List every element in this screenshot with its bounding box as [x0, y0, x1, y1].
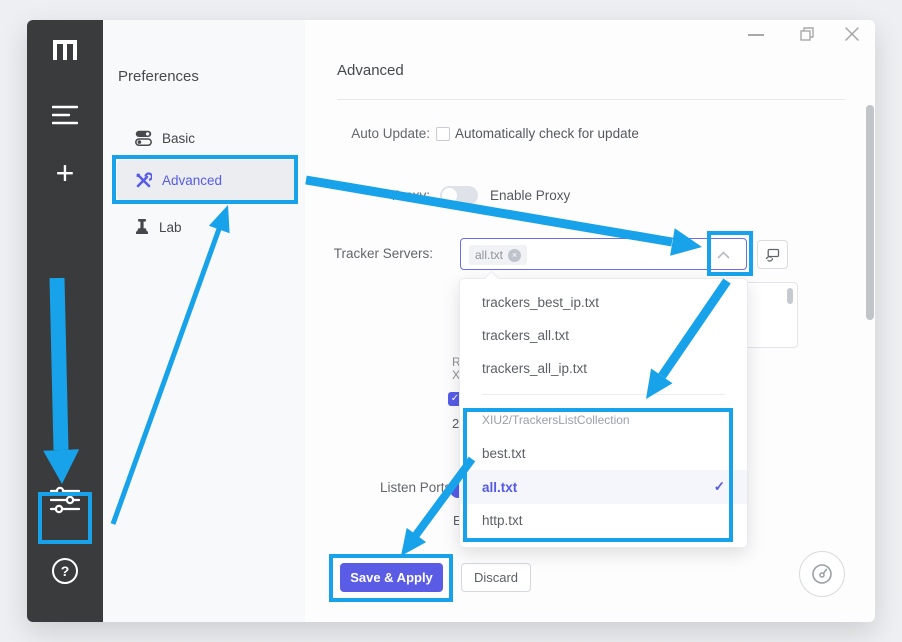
app-root: + ? Preferences Basic Advanced Lab Advan…	[0, 0, 902, 642]
nav-item-label: Advanced	[162, 173, 222, 188]
switch-knob	[442, 188, 457, 203]
tracker-servers-select[interactable]: all.txt ×	[460, 238, 747, 270]
proxy-switch[interactable]	[440, 186, 478, 205]
nav-item-lab[interactable]: Lab	[117, 207, 297, 247]
dropdown-group-label: XIU2/TrackersListCollection	[460, 405, 747, 435]
main-scrollbar[interactable]	[866, 105, 874, 320]
nav-item-label: Lab	[159, 220, 182, 235]
close-button[interactable]	[844, 26, 860, 42]
auto-update-checkbox-label: Automatically check for update	[455, 126, 639, 141]
add-task-icon[interactable]: +	[27, 155, 103, 192]
save-apply-button[interactable]: Save & Apply	[340, 563, 443, 592]
nav-item-basic[interactable]: Basic	[117, 118, 297, 158]
help-icon[interactable]: ?	[27, 558, 103, 584]
dropdown-divider	[482, 394, 725, 395]
gauge-icon	[810, 562, 834, 586]
divider	[337, 99, 845, 100]
page-title: Advanced	[337, 62, 404, 79]
speed-limit-button[interactable]	[799, 551, 845, 597]
stamp-icon	[135, 219, 149, 236]
restore-button[interactable]	[800, 27, 814, 41]
preferences-icon[interactable]	[27, 486, 103, 514]
dropdown-option[interactable]: trackers_all.txt	[460, 319, 747, 352]
task-list-icon[interactable]	[27, 104, 103, 126]
option-label: all.txt	[482, 480, 517, 495]
tag-label: all.txt	[475, 248, 503, 262]
textarea-scrollbar[interactable]	[787, 288, 793, 304]
proxy-label: Proxy:	[320, 188, 430, 203]
toggles-icon	[135, 130, 152, 146]
tracker-servers-label: Tracker Servers:	[320, 246, 433, 261]
dropdown-option-selected[interactable]: all.txt ✓	[460, 470, 747, 504]
dropdown-option[interactable]: http.txt	[460, 504, 747, 537]
preferences-panel	[103, 20, 305, 622]
panel-title: Preferences	[118, 68, 199, 85]
dropdown-option[interactable]: trackers_all_ip.txt	[460, 352, 747, 385]
tools-icon	[135, 172, 152, 189]
dropdown-option[interactable]: best.txt	[460, 437, 747, 470]
tracker-dropdown: trackers_best_ip.txt trackers_all.txt tr…	[459, 278, 748, 548]
listen-ports-label: Listen Ports:	[355, 480, 455, 495]
tag-remove-icon[interactable]: ×	[508, 249, 521, 262]
nav-item-label: Basic	[162, 131, 195, 146]
nav-item-advanced[interactable]: Advanced	[117, 160, 297, 200]
dropdown-option[interactable]: trackers_best_ip.txt	[460, 286, 747, 319]
discard-button[interactable]: Discard	[461, 563, 531, 592]
app-logo-icon	[27, 36, 103, 64]
auto-update-label: Auto Update:	[320, 126, 430, 141]
chevron-up-icon[interactable]	[717, 251, 730, 259]
check-icon: ✓	[714, 479, 725, 495]
auto-update-checkbox[interactable]	[436, 127, 450, 141]
selected-tag: all.txt ×	[469, 245, 527, 265]
sync-icon	[765, 248, 780, 262]
proxy-switch-label: Enable Proxy	[490, 188, 570, 203]
minimize-button[interactable]	[748, 34, 764, 36]
sync-trackers-button[interactable]	[757, 240, 788, 269]
